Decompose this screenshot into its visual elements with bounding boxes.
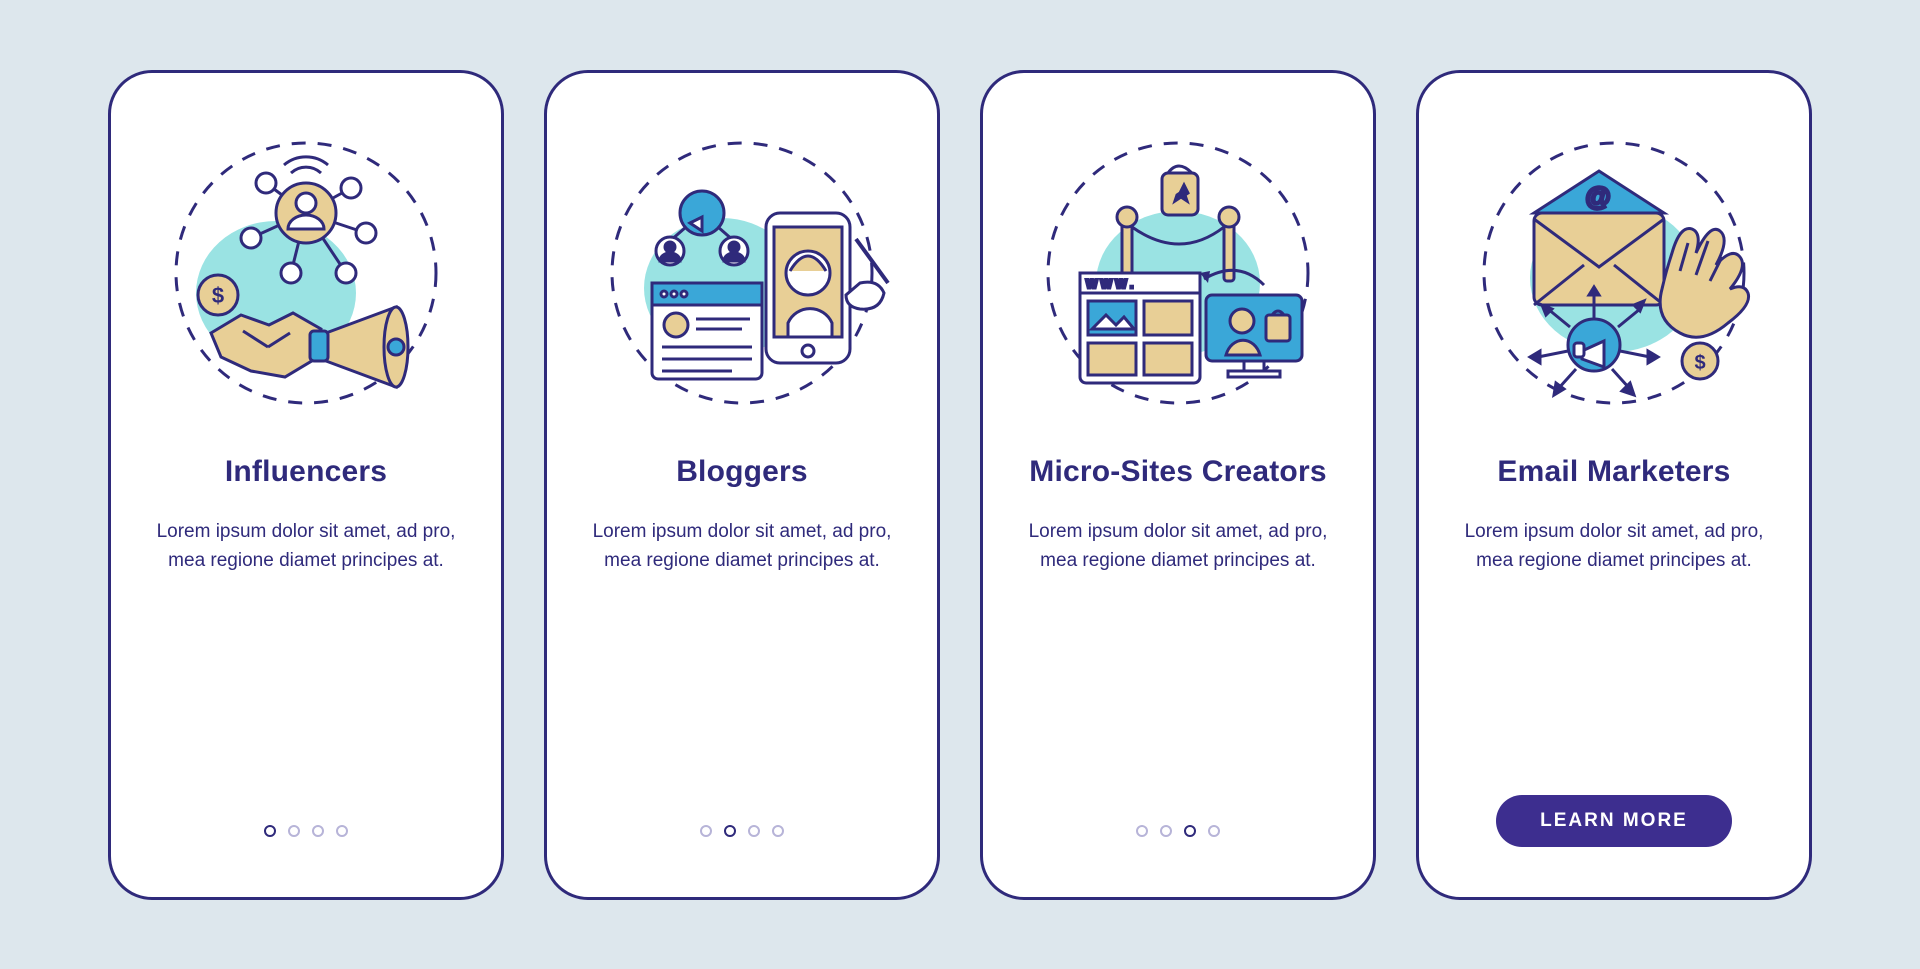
learn-more-button[interactable]: LEARN MORE: [1496, 795, 1732, 847]
pagination-dot[interactable]: [1208, 825, 1220, 837]
pagination-dot-active[interactable]: [264, 825, 276, 837]
pagination-dots: [1136, 825, 1220, 837]
svg-text:$: $: [212, 283, 224, 308]
onboarding-screens-row: $ Influencers Lorem ipsum dolor sit amet…: [108, 70, 1812, 900]
pagination-dots: [700, 825, 784, 837]
screen-description: Lorem ipsum dolor sit amet, ad pro, mea …: [587, 517, 897, 576]
microsites-icon: W W W .: [1028, 123, 1328, 423]
screen-title: Micro-Sites Creators: [1029, 455, 1326, 489]
pagination-dot[interactable]: [312, 825, 324, 837]
svg-text:W W W .: W W W .: [1086, 277, 1133, 291]
screen-title: Bloggers: [676, 455, 808, 489]
onboarding-screen-influencers: $ Influencers Lorem ipsum dolor sit amet…: [108, 70, 504, 900]
screen-description: Lorem ipsum dolor sit amet, ad pro, mea …: [151, 517, 461, 576]
screen-title: Influencers: [225, 455, 387, 489]
pagination-dot[interactable]: [700, 825, 712, 837]
pagination-dot[interactable]: [336, 825, 348, 837]
screen-description: Lorem ipsum dolor sit amet, ad pro, mea …: [1023, 517, 1333, 576]
bloggers-icon: [592, 123, 892, 423]
pagination-dot[interactable]: [1160, 825, 1172, 837]
screen-title: Email Marketers: [1497, 455, 1730, 489]
onboarding-screen-email-marketers: @: [1416, 70, 1812, 900]
pagination-dot[interactable]: [288, 825, 300, 837]
pagination-dot[interactable]: [772, 825, 784, 837]
screen-description: Lorem ipsum dolor sit amet, ad pro, mea …: [1459, 517, 1769, 576]
pagination-dot[interactable]: [1136, 825, 1148, 837]
pagination-dot[interactable]: [748, 825, 760, 837]
email-marketers-icon: @: [1464, 123, 1764, 423]
svg-text:@: @: [1585, 181, 1610, 211]
influencers-icon: $: [156, 123, 456, 423]
onboarding-screen-microsites: W W W .: [980, 70, 1376, 900]
pagination-dots: [264, 825, 348, 837]
pagination-dot-active[interactable]: [724, 825, 736, 837]
pagination-dot-active[interactable]: [1184, 825, 1196, 837]
svg-text:$: $: [1694, 352, 1705, 374]
onboarding-screen-bloggers: Bloggers Lorem ipsum dolor sit amet, ad …: [544, 70, 940, 900]
